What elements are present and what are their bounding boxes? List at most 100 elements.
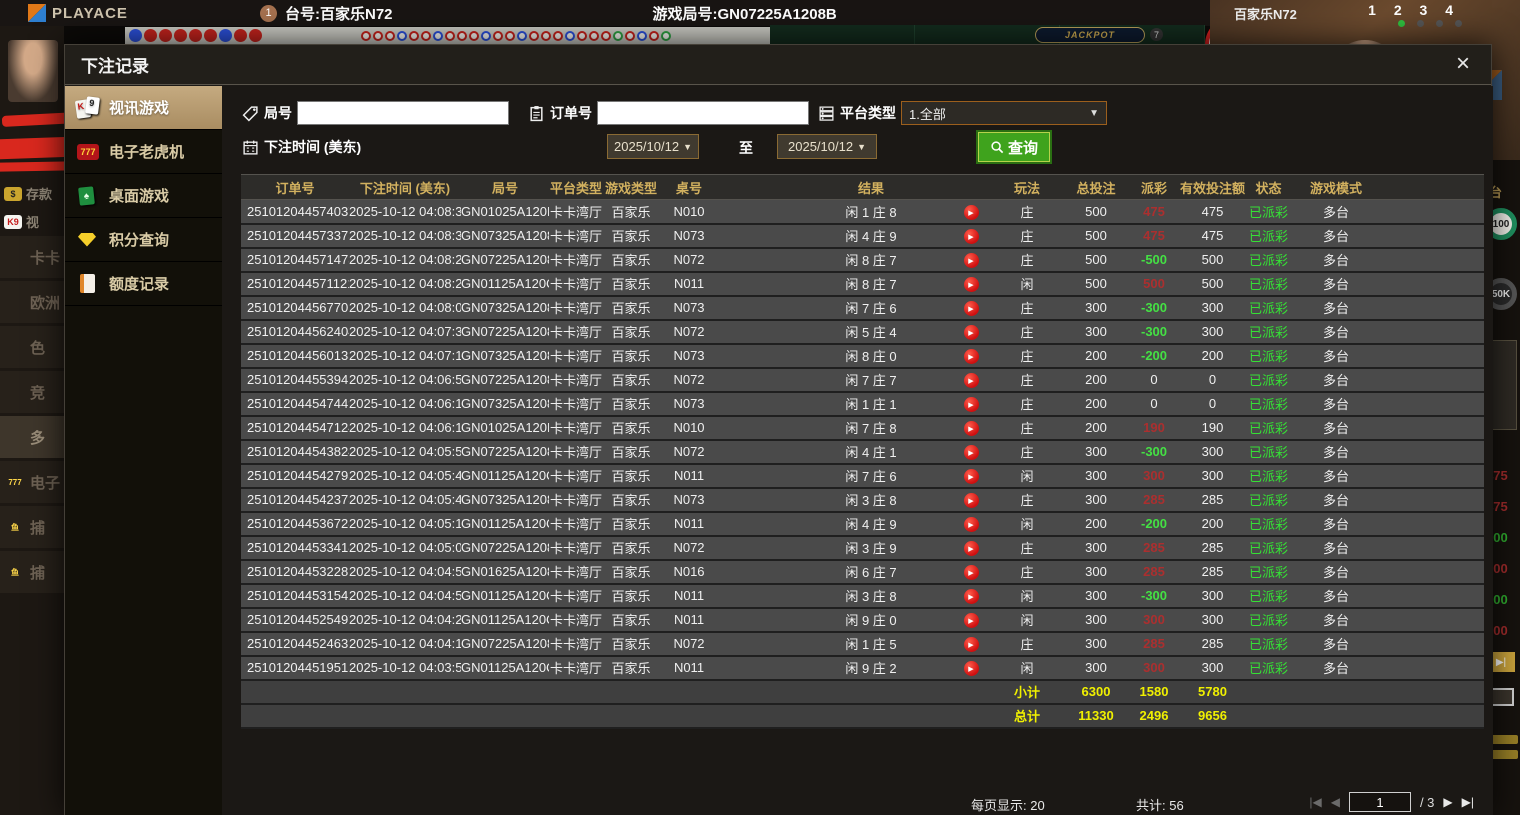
bead-ring-icon	[493, 30, 503, 41]
nav-item[interactable]: 额度记录	[65, 262, 222, 306]
replay-play-icon[interactable]: ▶	[963, 493, 979, 509]
date-to-select[interactable]: 2025/10/12 ▼	[777, 134, 877, 159]
road-badge-icon	[219, 29, 232, 42]
replay-play-icon[interactable]: ▶	[963, 205, 979, 220]
replay-play-icon[interactable]: ▶	[963, 373, 979, 389]
bet-time-filter: 下注时间 (美东)	[242, 134, 361, 160]
menu-tile[interactable]: 欧洲	[0, 281, 64, 323]
replay-play-icon[interactable]: ▶	[963, 565, 979, 581]
video-seat-numbers: 1 2 3 4	[1368, 2, 1460, 18]
bead-ring-icon	[637, 30, 647, 41]
clipboard-icon	[528, 105, 545, 122]
replay-play-icon[interactable]: ▶	[963, 421, 979, 437]
to-label: 至	[739, 140, 753, 156]
round-input[interactable]	[297, 101, 509, 125]
bet-time-label: 下注时间 (美东)	[264, 139, 362, 155]
replay-play-icon[interactable]: ▶	[963, 349, 979, 365]
order-filter: 订单号	[528, 100, 809, 126]
replay-play-icon[interactable]: ▶	[963, 229, 979, 245]
order-filter-label: 订单号	[550, 105, 592, 121]
cards-icon: K9	[74, 95, 101, 120]
table-row: 251012044547124 2025-10-12 04:06:11 GN01…	[241, 415, 1484, 441]
replay-play-icon[interactable]: ▶	[963, 517, 979, 533]
date-from-select[interactable]: 2025/10/12 ▼	[607, 134, 699, 159]
menu-tile[interactable]: 多	[0, 416, 64, 458]
round-filter: 局号	[242, 100, 509, 126]
table-row: 251012044547449 2025-10-12 04:06:13 GN07…	[241, 391, 1484, 417]
replay-play-icon[interactable]: ▶	[963, 613, 979, 629]
prev-page-button[interactable]: ◀	[1331, 795, 1340, 809]
menu-tile[interactable]: 777 电子	[0, 461, 64, 503]
bead-ring-icon	[565, 30, 575, 41]
col-result: 结果	[791, 174, 951, 200]
table-header-row: 订单号 下注时间 (美东) 局号 平台类型 游戏类型 桌号 结果 玩法 总投注 …	[241, 174, 1484, 200]
search-button[interactable]: 查询	[976, 130, 1052, 164]
replay-play-icon[interactable]: ▶	[963, 637, 979, 653]
subtotal-label: 小计	[991, 679, 1063, 705]
close-icon[interactable]: ×	[1449, 51, 1477, 79]
nav-item[interactable]: K9 视讯游戏	[65, 86, 234, 130]
replay-play-icon[interactable]: ▶	[963, 397, 979, 413]
page-input[interactable]	[1348, 792, 1411, 812]
replay-play-icon[interactable]: ▶	[963, 253, 979, 269]
first-page-button[interactable]: |◀	[1309, 795, 1321, 809]
chevron-down-icon: ▼	[857, 141, 866, 152]
table-row: 251012044519515 2025-10-12 04:03:52 GN01…	[241, 655, 1484, 681]
bead-ring-icon	[361, 30, 371, 41]
jackpot-badge: 7	[1150, 28, 1163, 41]
replay-play-icon[interactable]: ▶	[963, 589, 979, 605]
road-badge-icon	[249, 29, 262, 42]
last-page-button[interactable]: ▶|	[1462, 795, 1474, 809]
replay-play-icon[interactable]: ▶	[963, 661, 979, 677]
game-round-label: 游戏局号:GN07225A1208B	[652, 5, 837, 23]
bead-ring-icon	[421, 30, 431, 41]
bead-ring-icon	[517, 30, 527, 41]
col-status: 状态	[1246, 174, 1291, 200]
menu-tile[interactable]: 鱼 捕	[0, 551, 64, 593]
road-badge-icon	[129, 29, 142, 42]
user-avatar[interactable]	[8, 40, 58, 102]
table-row: 251012044542373 2025-10-12 04:05:47 GN07…	[241, 487, 1484, 513]
deposit-item[interactable]: $ 存款	[0, 184, 64, 203]
video-games-item[interactable]: K9 视	[0, 212, 64, 231]
menu-tile[interactable]: 色	[0, 326, 64, 368]
table-number-badge: 1	[260, 4, 277, 22]
deposit-icon: $	[4, 186, 22, 201]
menu-tile[interactable]: 卡卡	[0, 236, 64, 278]
cards-icon: K9	[4, 214, 22, 229]
replay-play-icon[interactable]: ▶	[963, 445, 979, 461]
subtotal-valid: 5780	[1179, 679, 1246, 705]
menu-tile[interactable]: 竞	[0, 371, 64, 413]
table-label: 台号:百家乐N72	[285, 5, 393, 23]
replay-play-icon[interactable]: ▶	[963, 541, 979, 557]
table-row: 251012044533418 2025-10-12 04:05:01 GN07…	[241, 535, 1484, 561]
bead-ring-icon	[529, 30, 539, 41]
grand-total-valid: 9656	[1179, 703, 1246, 729]
table-row: 251012044553941 2025-10-12 04:06:50 GN07…	[241, 367, 1484, 393]
left-sidebar-background: $ 存款 K9 视 卡卡 欧洲 色 竞 多 777 电子 鱼 捕 鱼 捕	[0, 26, 64, 815]
bead-ring-icon	[385, 30, 395, 41]
menu-tile[interactable]: 鱼 捕	[0, 506, 64, 548]
menu-tile-icon: 鱼	[11, 522, 19, 532]
replay-play-icon[interactable]: ▶	[963, 325, 979, 341]
replay-play-icon[interactable]: ▶	[963, 277, 979, 293]
doc-icon	[75, 272, 101, 296]
playace-logo: PLAYACE	[0, 4, 260, 22]
bead-ring-icon	[505, 30, 515, 41]
next-page-button[interactable]: ▶	[1443, 795, 1452, 809]
replay-play-icon[interactable]: ▶	[963, 469, 979, 485]
modal-header: 下注记录 ×	[65, 45, 1491, 85]
redacted-username	[1, 112, 64, 127]
nav-item[interactable]: 777 电子老虎机	[65, 130, 222, 174]
bead-ring-icon	[625, 30, 635, 41]
nav-item[interactable]: ♠ 桌面游戏	[65, 174, 222, 218]
road-badge-icon	[189, 29, 202, 42]
replay-play-icon[interactable]: ▶	[963, 301, 979, 317]
order-input[interactable]	[597, 101, 809, 125]
table-row: 251012044536728 2025-10-12 04:05:19 GN01…	[241, 511, 1484, 537]
bead-ring-icon	[541, 30, 551, 41]
tag-icon	[242, 105, 259, 122]
col-payout: 派彩	[1129, 174, 1179, 200]
nav-item[interactable]: 积分查询	[65, 218, 222, 262]
platform-select[interactable]: 1.全部 ▼	[901, 101, 1107, 125]
